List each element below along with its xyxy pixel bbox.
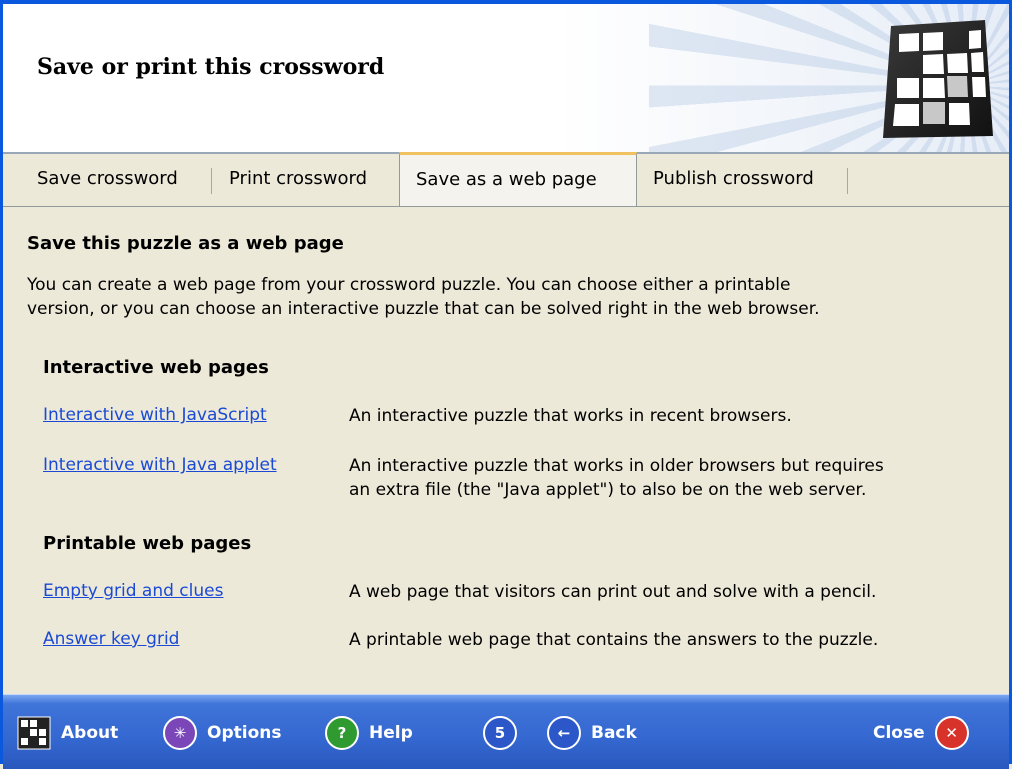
content-panel: Save this puzzle as a web page You can c… <box>3 207 1009 692</box>
intro-line: You can create a web page from your cros… <box>27 275 791 295</box>
page-title: Save or print this crossword <box>37 54 385 80</box>
back-label: Back <box>591 723 637 743</box>
interactive-group-title: Interactive web pages <box>43 357 269 378</box>
close-label: Close <box>873 723 925 743</box>
description-line: an extra file (the "Java applet") to als… <box>349 480 867 500</box>
back-arrow-icon: ← <box>547 716 581 750</box>
tab-divider <box>847 168 848 194</box>
dialog-window: Save or print this crossword Save crossw… <box>0 0 1012 769</box>
close-x-icon: ✕ <box>934 716 969 750</box>
back-button[interactable]: ← Back <box>547 715 637 751</box>
printable-group-title: Printable web pages <box>43 533 252 554</box>
empty-grid-description: A web page that visitors can print out a… <box>349 580 969 604</box>
interactive-java-applet-link[interactable]: Interactive with Java applet <box>43 455 277 475</box>
options-label: Options <box>207 723 282 743</box>
empty-grid-and-clues-link[interactable]: Empty grid and clues <box>43 581 223 601</box>
options-star-icon: ✳ <box>163 716 197 750</box>
help-label: Help <box>369 723 413 743</box>
history-button[interactable]: 5 <box>483 715 517 751</box>
dialog-header: Save or print this crossword <box>3 4 1009 154</box>
description-line: An interactive puzzle that works in olde… <box>349 456 884 476</box>
interactive-javascript-description: An interactive puzzle that works in rece… <box>349 404 969 428</box>
description-line: A web page that visitors can print out a… <box>349 582 877 602</box>
tab-print-crossword[interactable]: Print crossword <box>229 154 367 206</box>
options-button[interactable]: ✳ Options <box>163 715 281 751</box>
answer-key-description: A printable web page that contains the a… <box>349 628 969 652</box>
history-five-icon: 5 <box>483 716 517 750</box>
footer-bar: About ✳ Options ? Help 5 ← Back Close ✕ <box>3 694 1009 769</box>
description-line: An interactive puzzle that works in rece… <box>349 406 792 426</box>
answer-key-grid-link[interactable]: Answer key grid <box>43 629 179 649</box>
intro-text: You can create a web page from your cros… <box>27 273 967 321</box>
about-button[interactable]: About <box>17 715 118 751</box>
tab-save-as-web-page[interactable]: Save as a web page <box>399 152 637 206</box>
intro-line: version, or you can choose an interactiv… <box>27 299 820 319</box>
interactive-java-applet-description: An interactive puzzle that works in olde… <box>349 454 969 502</box>
close-button[interactable]: Close ✕ <box>873 715 969 751</box>
tab-bar: Save crossword Print crossword Save as a… <box>3 152 1009 207</box>
section-title: Save this puzzle as a web page <box>27 233 344 254</box>
crossword-logo-icon <box>883 20 993 138</box>
crossword-grid-icon <box>17 716 51 750</box>
tab-save-crossword[interactable]: Save crossword <box>37 154 178 206</box>
about-label: About <box>61 723 119 743</box>
help-button[interactable]: ? Help <box>325 715 413 751</box>
interactive-javascript-link[interactable]: Interactive with JavaScript <box>43 405 267 425</box>
tab-publish-crossword[interactable]: Publish crossword <box>653 154 814 206</box>
help-question-icon: ? <box>325 716 359 750</box>
description-line: A printable web page that contains the a… <box>349 630 879 650</box>
tab-divider <box>211 168 212 194</box>
